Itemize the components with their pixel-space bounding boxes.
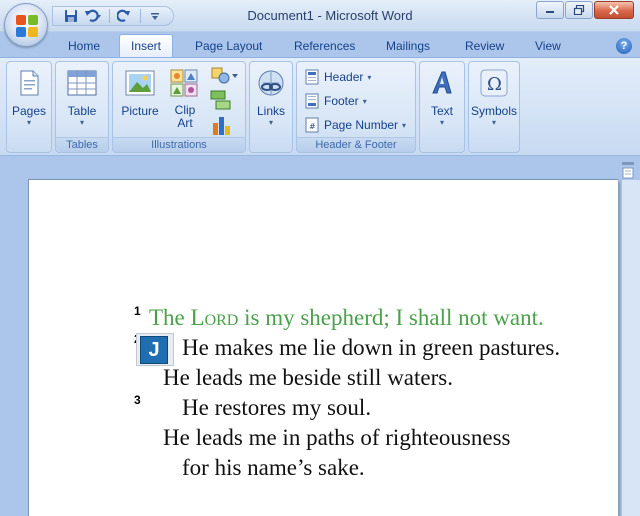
close-button[interactable] [594,1,634,19]
shapes-button[interactable] [210,66,240,86]
footer-button[interactable]: Footer ▾ [305,91,367,111]
table-button[interactable]: Table ▾ [56,66,108,128]
picture-button[interactable]: Picture [115,66,165,118]
clip-art-label-line2: Art [177,116,193,130]
verse-number-3: 3 [134,393,141,407]
restore-icon [573,5,585,15]
minimize-button[interactable] [536,1,564,19]
verse-1-text-b: is my shepherd; I shall not want. [238,305,544,330]
smartart-button[interactable] [210,90,234,110]
verse-1-lord: Lord [190,305,239,330]
text-label: Text [430,104,453,118]
view-ruler-button[interactable] [620,161,636,179]
omega-icon: Ω [477,66,511,100]
ribbon-tabs: Home Insert Page Layout References Maili… [0,32,640,58]
chart-icon [213,117,230,135]
office-button[interactable] [4,3,48,47]
tab-view[interactable]: View [535,39,561,53]
clip-art-button[interactable]: Clip Art [165,66,205,130]
header-label: Header [324,70,364,84]
window-controls [535,1,634,19]
restore-button[interactable] [565,1,593,19]
text-icon [425,66,459,100]
ribbon: Pages ▾ Table ▾ Tables Picture Clip Art … [0,57,640,156]
verse-3-line-3: for his name’s sake. [182,455,365,480]
title-bar: Document1 - Microsoft Word [0,0,640,32]
group-symbols: Ω Symbols ▾ [468,61,520,153]
header-button[interactable]: Header ▾ [305,67,371,87]
clip-art-icon [168,66,202,100]
symbols-button[interactable]: Ω Symbols ▾ [469,66,519,128]
tab-review[interactable]: Review [465,39,504,53]
page-number-dropdown-icon: ▾ [402,120,407,130]
pages-dropdown-icon: ▾ [26,118,31,127]
shapes-icon [211,67,238,84]
page-number-label: Page Number [324,118,399,132]
verse-2-line-2: He leads me beside still waters. [163,365,453,390]
smartart-icon [210,90,231,110]
group-links: Links ▾ [249,61,293,153]
pages-icon [12,66,46,100]
table-label: Table [67,104,97,118]
svg-text:#: # [309,122,316,131]
page-number-button[interactable]: # Page Number ▾ [305,115,406,135]
tab-mailings[interactable]: Mailings [386,39,430,53]
verse-2-line-1: He makes me lie down in green pastures. [182,335,561,360]
header-dropdown-icon: ▾ [367,72,372,82]
verse-number-1: 1 [134,304,141,318]
chart-button[interactable] [211,114,235,136]
vertical-scrollbar[interactable] [621,180,640,516]
office-logo-icon [16,15,38,37]
minimize-icon [546,11,554,13]
symbols-dropdown-icon: ▾ [491,118,496,127]
close-icon [609,5,619,15]
footer-label: Footer [324,94,359,108]
page-number-icon: # [305,117,319,133]
links-dropdown-icon: ▾ [268,118,273,127]
table-icon [65,66,99,100]
group-header-footer: Header ▾ Footer ▾ # Page Number ▾ Header… [296,61,416,153]
header-footer-group-label: Header & Footer [297,137,415,152]
tab-home[interactable]: Home [68,39,100,53]
tab-page-layout[interactable]: Page Layout [195,39,262,53]
tab-insert[interactable]: Insert [119,34,174,58]
picture-icon [123,66,157,100]
tab-references[interactable]: References [294,39,355,53]
links-icon [254,66,288,100]
table-dropdown-icon: ▾ [79,118,84,127]
links-label: Links [256,104,285,118]
verse-3-line-1: He restores my soul. [182,395,372,420]
group-illustrations: Picture Clip Art Illustrations [112,61,246,153]
picture-label: Picture [121,104,159,118]
svg-text:Ω: Ω [487,74,502,95]
footer-dropdown-icon: ▾ [362,96,367,106]
group-pages: Pages ▾ [6,61,52,153]
document-page[interactable]: 1 The Lord is my shepherd; I shall not w… [28,179,618,516]
symbols-label: Symbols [470,104,517,118]
ime-j-icon[interactable]: J [140,336,168,364]
footer-icon [305,93,319,109]
header-icon [305,69,319,85]
pages-label: Pages [11,104,47,118]
text-button[interactable]: Text ▾ [420,66,464,128]
help-icon[interactable]: ? [616,38,632,54]
verse-1-text-a: The [149,305,191,330]
pages-button[interactable]: Pages ▾ [7,66,51,128]
verse-1-line: The Lord is my shepherd; I shall not wan… [149,305,544,331]
group-text: Text ▾ [419,61,465,153]
text-dropdown-icon: ▾ [439,118,444,127]
verse-3-line-2: He leads me in paths of righteousness [163,425,511,450]
ruler-icon [622,162,634,179]
illustrations-group-label: Illustrations [113,137,245,152]
tables-group-label: Tables [56,137,108,152]
links-button[interactable]: Links ▾ [250,66,292,128]
group-tables: Table ▾ Tables [55,61,109,153]
